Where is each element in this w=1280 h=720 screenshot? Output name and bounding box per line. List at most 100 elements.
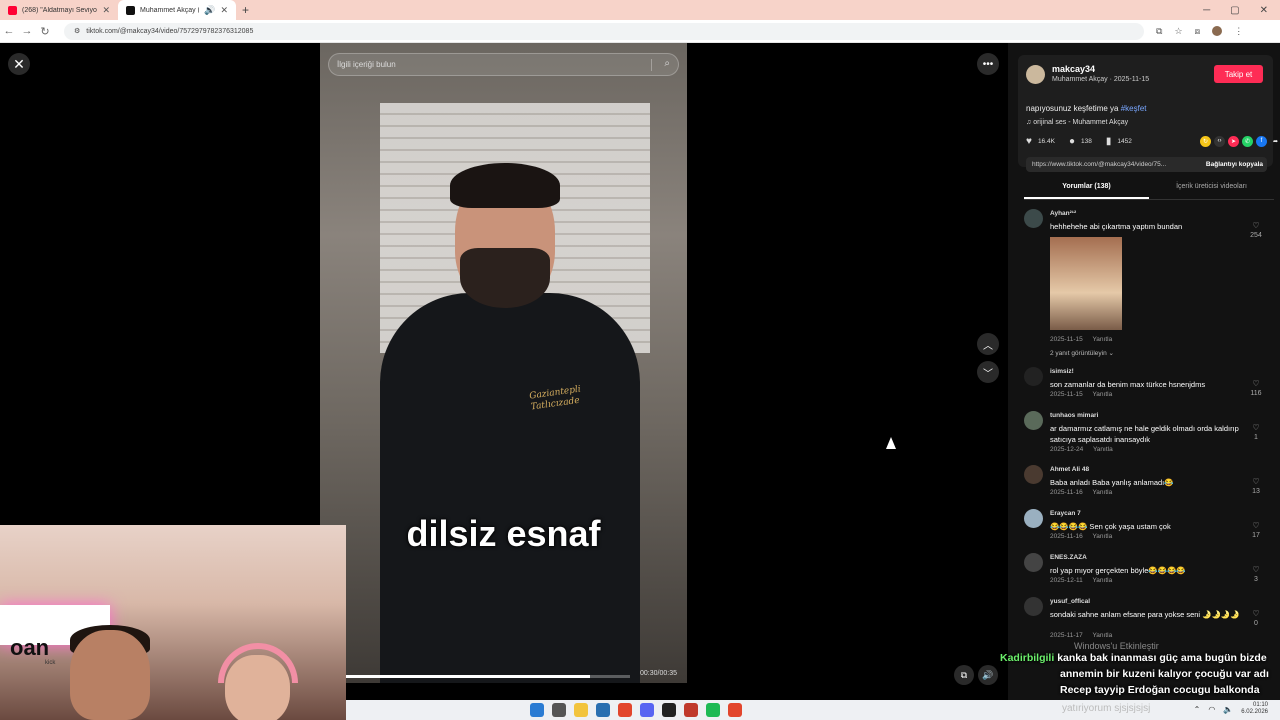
comment-user[interactable]: tunhaos mimari [1050, 412, 1098, 419]
copy-link-button[interactable]: Bağlantıyı kopyala [1206, 161, 1267, 168]
profile-avatar[interactable] [1212, 26, 1223, 36]
chrome-icon[interactable] [728, 703, 742, 717]
search-input[interactable]: İlgili içeriği bulun ⌕ [328, 53, 679, 76]
clock[interactable]: 01:10 6.02.2026 [1241, 702, 1268, 716]
avatar[interactable] [1026, 65, 1045, 84]
comment-like[interactable]: ♡ 13 [1248, 477, 1264, 495]
url-field[interactable]: ⚙ tiktok.com/@makcay34/video/75729797823… [64, 22, 1144, 40]
search-icon[interactable]: ⌕ [664, 58, 670, 69]
search-icon[interactable] [552, 703, 566, 717]
video-progress-bar[interactable] [346, 675, 630, 678]
back-icon[interactable]: ← [0, 25, 18, 37]
hashtag-link[interactable]: #keşfet [1121, 104, 1147, 113]
menu-dots-icon[interactable]: ⋮ [1234, 26, 1243, 37]
heart-outline-icon[interactable]: ♡ [1252, 565, 1259, 574]
comment-user[interactable]: Ahmet Ali 48 [1050, 466, 1089, 473]
comment-icon[interactable]: ● [1069, 136, 1075, 147]
comment-user[interactable]: Ayhan²¹² [1050, 210, 1076, 217]
comment-meta[interactable]: 2025-12-11 Yanıtla [1050, 577, 1112, 584]
comment-meta[interactable]: 2025-11-15 Yanıtla [1050, 336, 1112, 343]
view-replies-button[interactable]: 2 yanıt görüntüleyin ⌄ [1050, 349, 1114, 357]
avatar[interactable] [1024, 367, 1043, 386]
extensions-icon[interactable]: ⧈ [1195, 26, 1201, 37]
tab-close-icon[interactable]: ✕ [220, 5, 228, 16]
app-icon[interactable] [684, 703, 698, 717]
comment-meta[interactable]: 2025-11-15 Yanıtla [1050, 391, 1112, 398]
author-username[interactable]: makcay34 [1052, 64, 1095, 74]
send-icon[interactable]: ➤ [1228, 135, 1239, 147]
more-options-icon[interactable]: ••• [977, 53, 999, 75]
pip-icon[interactable]: ⧉ [954, 665, 974, 685]
app-icon[interactable] [662, 703, 676, 717]
volume-icon[interactable]: 🔊 [978, 665, 998, 685]
new-tab-button[interactable]: + [236, 3, 255, 17]
speaker-icon[interactable]: 🔊 [204, 5, 215, 16]
comment-like[interactable]: ♡ 3 [1248, 565, 1264, 583]
comment-like[interactable]: ♡ 116 [1248, 379, 1264, 397]
share-arrow-icon[interactable]: ➦ [1270, 136, 1280, 147]
whatsapp-icon[interactable]: ✆ [1242, 135, 1253, 147]
repost-icon[interactable]: ↻ [1200, 135, 1211, 147]
heart-icon[interactable]: ♥ [1026, 136, 1032, 147]
site-info-icon[interactable]: ⚙ [74, 27, 80, 35]
avatar[interactable] [1024, 597, 1043, 616]
close-icon[interactable]: ✕ [8, 53, 30, 75]
tab-youtube[interactable]: (268) "Aldatmayı Seviyorum" | ✕ [0, 0, 118, 20]
minimize-icon[interactable]: ─ [1203, 5, 1210, 16]
tab-creator-videos[interactable]: İçerik üreticisi videoları [1149, 183, 1274, 199]
comment-like[interactable]: ♡ 254 [1248, 221, 1264, 239]
store-icon[interactable] [596, 703, 610, 717]
comment-like[interactable]: ♡ 17 [1248, 521, 1264, 539]
heart-outline-icon[interactable]: ♡ [1252, 221, 1259, 230]
comment-user[interactable]: isimsiz! [1050, 368, 1074, 375]
sound-link[interactable]: ♫ orijinal ses - Muhammet Akçay [1026, 119, 1128, 126]
follow-button[interactable]: Takip et [1214, 65, 1263, 83]
heart-outline-icon[interactable]: ♡ [1252, 609, 1259, 618]
next-video-chevron-down-icon[interactable]: ﹀ [977, 361, 999, 383]
comment-sticker-image[interactable] [1050, 237, 1122, 330]
video-player[interactable]: Gaziantepli Tatlıcızade dilsiz esnaf 00:… [320, 43, 687, 683]
comment-user[interactable]: Eraycan 7 [1050, 510, 1081, 517]
avatar[interactable] [1024, 465, 1043, 484]
tab-comments[interactable]: Yorumlar (138) [1024, 183, 1149, 199]
like-stat[interactable]: ♥ 16.4K [1026, 136, 1055, 147]
start-icon[interactable] [530, 703, 544, 717]
share-link-field[interactable]: https://www.tiktok.com/@makcay34/video/7… [1026, 157, 1267, 172]
comment-meta[interactable]: 2025-11-17 Yanıtla [1050, 632, 1112, 639]
save-stat[interactable]: ▮ 1452 [1106, 136, 1132, 147]
heart-outline-icon[interactable]: ♡ [1252, 477, 1259, 486]
avatar[interactable] [1024, 553, 1043, 572]
heart-outline-icon[interactable]: ♡ [1252, 521, 1259, 530]
avatar[interactable] [1024, 411, 1043, 430]
previous-video-chevron-up-icon[interactable]: ︿ [977, 333, 999, 355]
close-window-icon[interactable]: ✕ [1260, 5, 1268, 16]
discord-icon[interactable] [640, 703, 654, 717]
maximize-icon[interactable]: ▢ [1230, 5, 1239, 16]
comment-meta[interactable]: 2025-11-16 Yanıtla [1050, 489, 1112, 496]
forward-icon[interactable]: → [18, 25, 36, 37]
comment-like[interactable]: ♡ 1 [1248, 423, 1264, 441]
heart-outline-icon[interactable]: ♡ [1252, 379, 1259, 388]
install-icon[interactable]: ⧉ [1156, 26, 1162, 37]
heart-outline-icon[interactable]: ♡ [1252, 423, 1259, 432]
comment-stat[interactable]: ● 138 [1069, 136, 1092, 147]
embed-icon[interactable]: ‹› [1214, 135, 1225, 147]
comment-user[interactable]: yusuf_offical [1050, 598, 1090, 605]
file-explorer-icon[interactable] [574, 703, 588, 717]
tab-tiktok[interactable]: Muhammet Akçay (@makc 🔊 ✕ [118, 0, 236, 20]
volume-icon[interactable]: 🔈 [1223, 705, 1233, 714]
comment-like[interactable]: ♡ 0 [1248, 609, 1264, 627]
tab-close-icon[interactable]: ✕ [102, 5, 110, 16]
comment-meta[interactable]: 2025-11-16 Yanıtla [1050, 533, 1112, 540]
reload-icon[interactable]: ↻ [36, 25, 54, 38]
avatar[interactable] [1024, 209, 1043, 228]
spotify-icon[interactable] [706, 703, 720, 717]
facebook-icon[interactable]: f [1256, 135, 1267, 147]
comment-meta[interactable]: 2025-12-24 Yanıtla [1050, 446, 1113, 453]
wifi-icon[interactable]: ◠ [1208, 705, 1215, 714]
chrome-icon[interactable] [618, 703, 632, 717]
avatar[interactable] [1024, 509, 1043, 528]
chevron-up-icon[interactable]: ⌃ [1194, 705, 1201, 714]
bookmark-icon[interactable]: ▮ [1106, 136, 1112, 147]
bookmark-star-icon[interactable]: ☆ [1174, 26, 1182, 37]
